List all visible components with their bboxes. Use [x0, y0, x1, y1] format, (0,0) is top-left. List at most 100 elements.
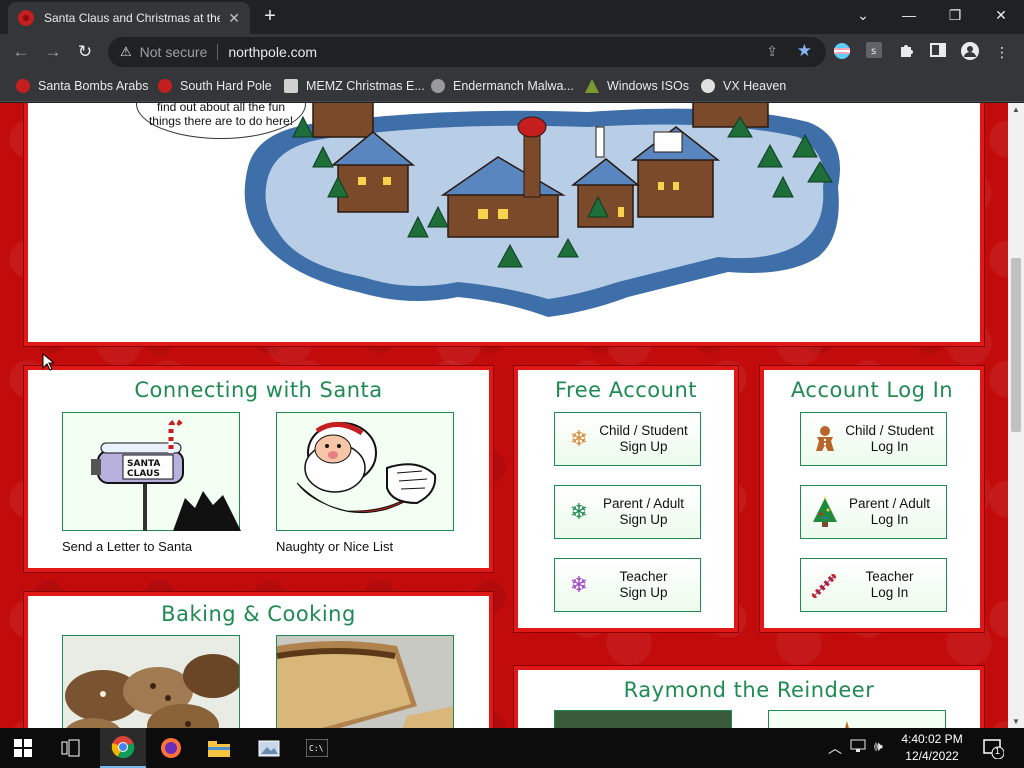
tab-search-button[interactable]: ⌄ [840, 0, 886, 32]
folder-icon [208, 741, 230, 757]
scroll-up-icon[interactable]: ▲ [1012, 105, 1020, 114]
parent-adult-signup-button[interactable]: ❄ Parent / Adult Sign Up [554, 485, 701, 539]
browser-tab[interactable]: Santa Claus and Christmas at the ✕ [8, 2, 250, 34]
mailbox-text: SANTA [127, 459, 160, 469]
teacher-signup-button[interactable]: ❄ Teacher Sign Up [554, 558, 701, 612]
bookmarks-bar: Santa Bombs Arabs South Hard Pole MEMZ C… [0, 70, 1024, 102]
extensions-puzzle-icon[interactable] [896, 42, 916, 62]
christmas-tree-icon [811, 496, 839, 527]
button-label: Parent / Adult Sign Up [602, 496, 685, 527]
restore-button[interactable]: ❐ [932, 0, 978, 32]
forward-button[interactable]: → [40, 40, 66, 64]
village-hero-panel: find out about all the fun things there … [24, 103, 984, 346]
bookmark-label: South Hard Pole [180, 79, 272, 93]
free-account-panel: Free Account ❄ Child / Student Sign Up ❄ … [514, 366, 738, 632]
svg-text:C:\: C:\ [309, 744, 324, 753]
bookmark-item[interactable]: VX Heaven [701, 76, 786, 96]
tab-title: Santa Claus and Christmas at the [44, 11, 221, 25]
url-text[interactable]: northpole.com [228, 44, 317, 60]
north-pole-village-illustration[interactable] [28, 103, 988, 350]
extension-s-icon[interactable]: s [864, 42, 884, 62]
browser-toolbar: ← → ↻ ⚠ Not secure northpole.com ⇪ ★ s ⋮ [0, 34, 1024, 70]
child-student-signup-button[interactable]: ❄ Child / Student Sign Up [554, 412, 701, 466]
system-clock[interactable]: 4:40:02 PM 12/4/2022 [896, 731, 968, 765]
show-hidden-icons-icon[interactable]: ︿ [828, 738, 842, 758]
connecting-with-santa-panel: Connecting with Santa SANTA CLAUS Send a… [24, 366, 493, 572]
reindeer-photo[interactable] [554, 710, 732, 728]
scroll-down-icon[interactable]: ▼ [1012, 717, 1020, 726]
bookmark-favicon-icon [158, 79, 172, 93]
send-letter-card[interactable]: SANTA CLAUS [62, 412, 241, 531]
side-panel-icon[interactable] [928, 42, 948, 62]
volume-icon[interactable]: 🕪 [874, 738, 883, 755]
snowflake-orange-icon: ❄ [569, 426, 589, 451]
button-label: Teacher Log In [865, 569, 914, 600]
tab-close-icon[interactable]: ✕ [228, 10, 240, 27]
network-icon[interactable] [850, 738, 868, 757]
start-button[interactable] [0, 728, 46, 768]
candy-cane-icon [811, 571, 839, 599]
new-tab-button[interactable]: + [258, 5, 282, 29]
notification-count: 1 [995, 746, 1001, 756]
bookmark-favicon-icon [431, 79, 445, 93]
taskbar-firefox[interactable] [148, 728, 194, 768]
child-student-login-button[interactable]: Child / Student Log In [800, 412, 947, 466]
taskbar-image-viewer[interactable] [246, 728, 292, 768]
tab-strip: Santa Claus and Christmas at the ✕ + ⌄ —… [0, 0, 1024, 34]
bookmark-label: VX Heaven [723, 79, 787, 93]
firefox-icon [161, 738, 181, 758]
section-title: Connecting with Santa [134, 378, 383, 402]
security-label[interactable]: Not secure [140, 44, 208, 60]
raymond-reindeer-panel: Raymond the Reindeer [514, 666, 984, 728]
taskbar-terminal[interactable]: C:\ [294, 728, 340, 768]
scroll-thumb[interactable] [1011, 258, 1021, 432]
menu-kebab-icon[interactable]: ⋮ [992, 42, 1012, 62]
profile-avatar-icon[interactable] [960, 42, 980, 62]
section-title: Free Account [554, 378, 698, 402]
taskbar-chrome[interactable] [100, 728, 146, 768]
naughty-nice-card[interactable] [276, 412, 454, 531]
vertical-scrollbar[interactable]: ▲ ▼ [1008, 103, 1024, 728]
snowflake-green-icon: ❄ [569, 499, 589, 524]
snowflake-purple-icon: ❄ [569, 572, 589, 597]
bookmark-item[interactable]: MEMZ Christmas E... [284, 76, 425, 96]
cookies-photo[interactable] [62, 635, 240, 728]
bookmark-item[interactable]: Windows ISOs [585, 76, 689, 96]
task-view-button[interactable] [48, 728, 94, 768]
terminal-icon: C:\ [306, 739, 328, 757]
parent-adult-login-button[interactable]: Parent / Adult Log In [800, 485, 947, 539]
windows-taskbar: C:\ ︿ 🕪 4:40:02 PM 12/4/2022 1 [0, 728, 1024, 768]
card-caption[interactable]: Naughty or Nice List [276, 539, 393, 554]
bookmark-favicon-icon [701, 79, 715, 93]
warning-icon[interactable]: ⚠ [120, 44, 132, 60]
bookmark-item[interactable]: South Hard Pole [158, 76, 272, 96]
minimize-button[interactable]: — [886, 0, 932, 32]
section-title: Baking & Cooking [161, 602, 356, 626]
bookmark-label: MEMZ Christmas E... [306, 79, 425, 93]
bookmark-label: Santa Bombs Arabs [38, 79, 149, 93]
back-button[interactable]: ← [8, 40, 34, 64]
bookmark-star-icon[interactable]: ★ [797, 41, 812, 61]
address-bar[interactable]: ⚠ Not secure northpole.com ⇪ ★ [108, 37, 826, 67]
reindeer-card[interactable] [768, 710, 946, 728]
reload-button[interactable]: ↻ [72, 40, 98, 64]
extension-pride-icon[interactable] [832, 42, 852, 62]
taskbar-file-explorer[interactable] [196, 728, 242, 768]
bookmark-favicon-icon [16, 79, 30, 93]
share-icon[interactable]: ⇪ [766, 43, 778, 60]
bookmark-item[interactable]: Santa Bombs Arabs [16, 76, 148, 96]
page-viewport: find out about all the fun things there … [0, 103, 1008, 728]
clock-date: 12/4/2022 [905, 749, 959, 763]
card-caption[interactable]: Send a Letter to Santa [62, 539, 192, 554]
section-title: Raymond the Reindeer [623, 678, 875, 702]
account-login-panel: Account Log In Child / Student Log In Par… [760, 366, 984, 632]
close-window-button[interactable]: ✕ [978, 0, 1024, 32]
notification-center-button[interactable]: 1 [982, 737, 1005, 760]
bread-photo[interactable] [276, 635, 454, 728]
bookmark-item[interactable]: Endermanch Malwa... [431, 76, 574, 96]
santa-face-icon [296, 422, 437, 514]
button-label: Teacher Sign Up [619, 569, 668, 600]
teacher-login-button[interactable]: Teacher Log In [800, 558, 947, 612]
task-view-icon [61, 739, 80, 757]
button-label: Child / Student Sign Up [599, 423, 688, 454]
